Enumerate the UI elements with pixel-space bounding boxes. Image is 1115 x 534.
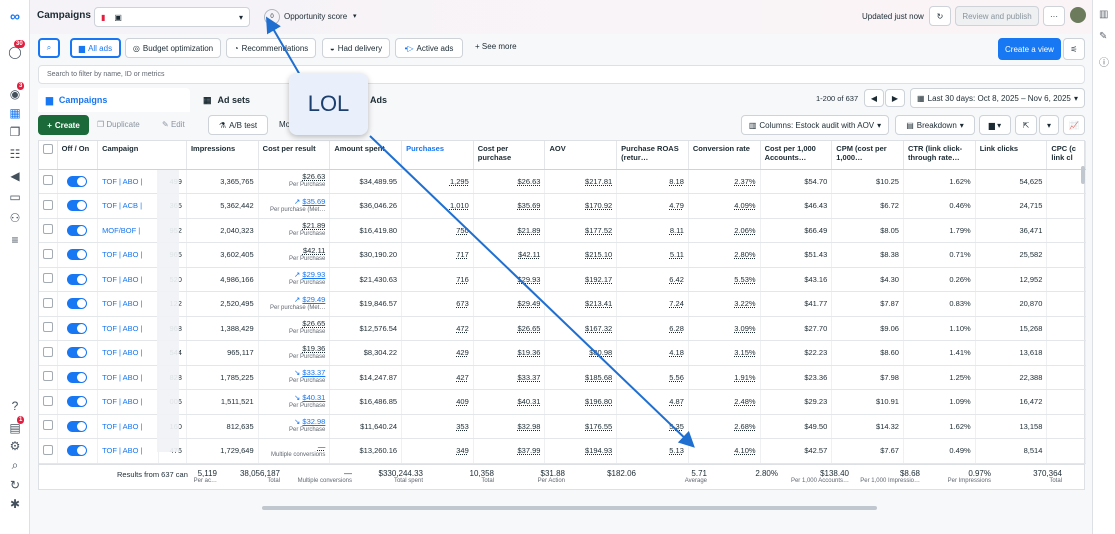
annotation-arrows <box>265 16 695 448</box>
annotation-label: LOL <box>289 73 368 135</box>
arrow-to-roas-total <box>369 135 695 448</box>
arrow-to-opportunity-score <box>265 16 301 76</box>
